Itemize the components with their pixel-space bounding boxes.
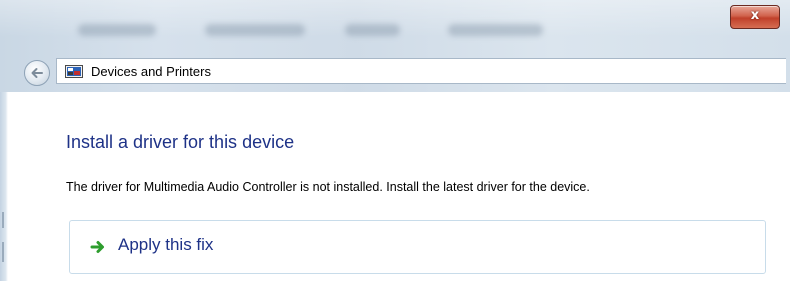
title-bar: x Devices and Printers — [0, 0, 790, 92]
page-title: Install a driver for this device — [66, 132, 295, 152]
apply-fix-button[interactable]: Apply this fix — [69, 220, 766, 274]
back-arrow-icon — [31, 68, 43, 78]
breadcrumb-location[interactable]: Devices and Printers — [91, 64, 211, 79]
content-pane: Install a driver for this device The dri… — [8, 92, 790, 281]
back-button[interactable] — [24, 60, 50, 86]
green-arrow-icon — [90, 241, 104, 253]
problem-description: The driver for Multimedia Audio Controll… — [66, 180, 590, 194]
blurred-background-menu — [0, 20, 600, 42]
address-bar[interactable]: Devices and Printers — [56, 58, 786, 84]
left-window-edge — [0, 92, 8, 281]
close-button[interactable]: x — [730, 5, 780, 29]
apply-fix-label: Apply this fix — [118, 235, 214, 254]
devices-printers-icon — [65, 65, 83, 78]
troubleshooter-window: x Devices and Printers Install a driver … — [0, 0, 790, 281]
